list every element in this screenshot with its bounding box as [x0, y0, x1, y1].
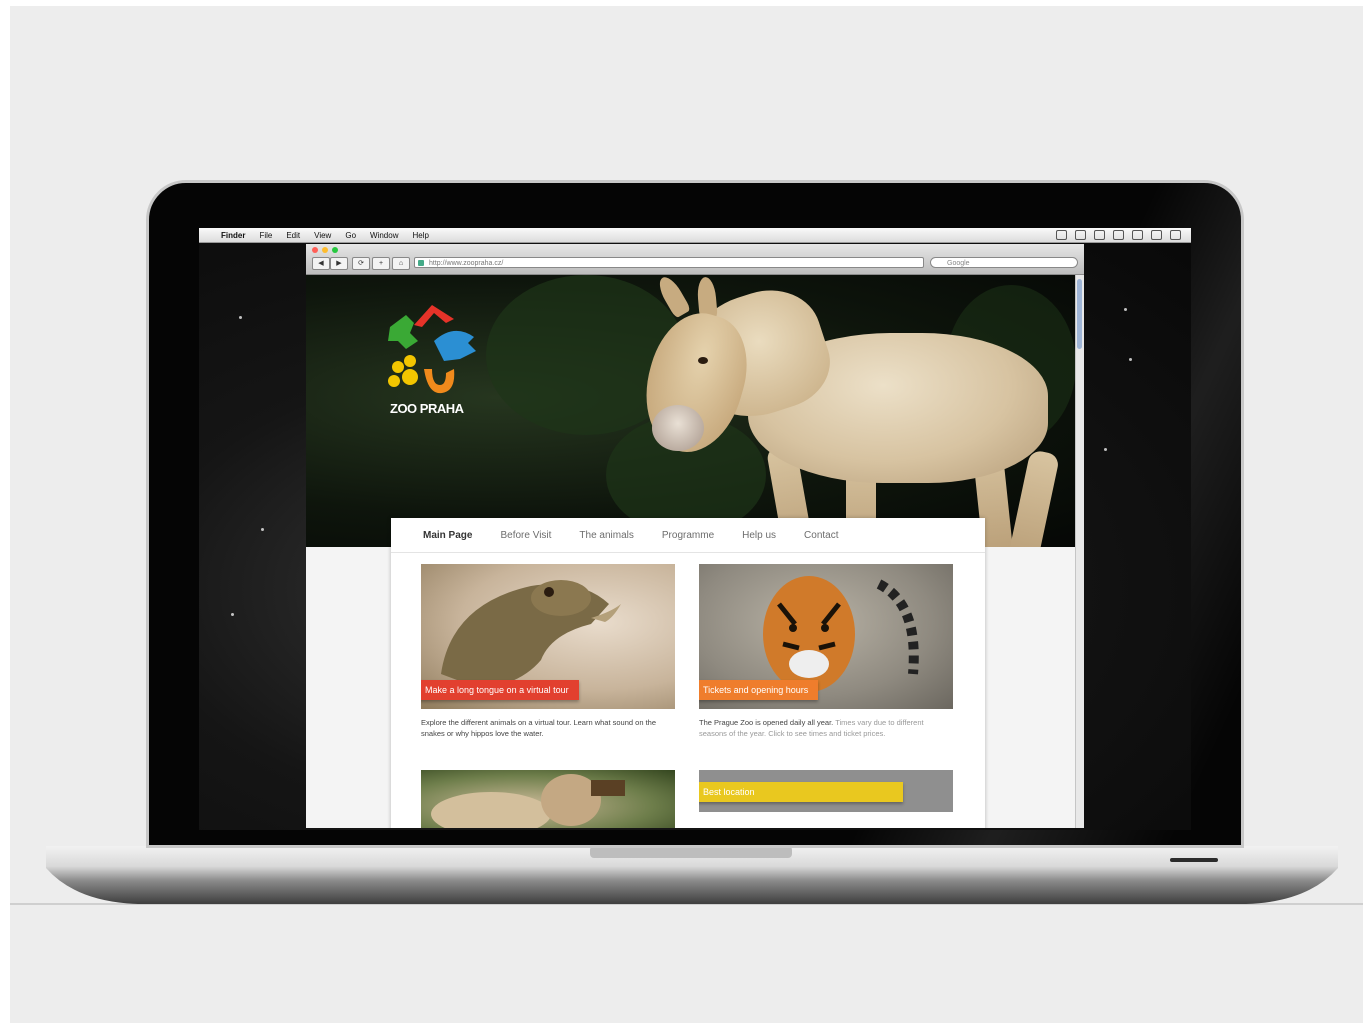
logo-wordmark: ZOO PRAHA — [390, 401, 464, 416]
menu-file[interactable]: File — [259, 231, 272, 240]
hero-banner: ZOO PRAHA — [306, 275, 1076, 547]
menu-app-name[interactable]: Finder — [221, 231, 245, 240]
address-bar-url: http://www.zoopraha.cz/ — [429, 260, 504, 267]
virtual-tour-description: Explore the different animals on a virtu… — [421, 718, 657, 738]
horses-illustration — [431, 774, 625, 828]
minimize-window-button[interactable] — [322, 247, 328, 253]
browser-window: ◀ ▶ ⟳ + ⌂ http://www.zoopraha.cz/ Google — [306, 244, 1084, 828]
horses-photo[interactable] — [421, 770, 675, 828]
foal-muzzle — [652, 405, 704, 451]
wallpaper-star — [1104, 448, 1107, 451]
close-window-button[interactable] — [312, 247, 318, 253]
foal-eye — [698, 357, 708, 364]
card-location: Best location — [699, 770, 953, 812]
sync-icon[interactable] — [1094, 230, 1105, 240]
back-button[interactable]: ◀ — [312, 257, 330, 270]
location-banner[interactable]: Best location — [699, 770, 953, 812]
clock-icon[interactable] — [1056, 230, 1067, 240]
browser-toolbar: ◀ ▶ ⟳ + ⌂ http://www.zoopraha.cz/ Google — [306, 244, 1084, 275]
spotlight-search-icon[interactable] — [1170, 230, 1181, 240]
home-button[interactable]: ⌂ — [392, 257, 410, 270]
site-navigation: Main Page Before Visit The animals Progr… — [391, 518, 985, 553]
wallpaper-star — [261, 528, 264, 531]
wallpaper-star — [1129, 358, 1132, 361]
window-controls — [312, 247, 338, 253]
browser-search-field[interactable]: Google — [930, 257, 1078, 268]
menu-go[interactable]: Go — [345, 231, 356, 240]
scrollbar-thumb[interactable] — [1077, 279, 1082, 349]
menu-tray — [1056, 230, 1181, 240]
add-bookmark-button[interactable]: + — [372, 257, 390, 270]
battery-icon[interactable] — [1132, 230, 1143, 240]
reload-button[interactable]: ⟳ — [352, 257, 370, 270]
tickets-description: The Prague Zoo is opened daily all year.… — [699, 717, 953, 739]
laptop-base — [46, 846, 1338, 904]
forward-button[interactable]: ▶ — [330, 257, 348, 270]
virtual-tour-ribbon-button[interactable]: Make a long tongue on a virtual tour — [421, 680, 579, 700]
tickets-ribbon-button[interactable]: Tickets and opening hours — [699, 680, 819, 700]
nav-before-visit[interactable]: Before Visit — [500, 530, 551, 541]
card-tickets: Tickets and opening hours The Prague Zoo… — [699, 564, 953, 739]
menu-view[interactable]: View — [314, 231, 331, 240]
card-virtual-tour: Make a long tongue on a virtual tour Exp… — [421, 564, 675, 739]
favicon-icon — [418, 260, 424, 266]
wallpaper-star — [239, 316, 242, 319]
content-panel: Main Page Before Visit The animals Progr… — [391, 518, 985, 828]
page-scrollbar[interactable] — [1075, 275, 1084, 828]
menu-window[interactable]: Window — [370, 231, 398, 240]
screen: Finder File Edit View Go Window Help ◀ ▶… — [199, 228, 1191, 830]
card-horses — [421, 770, 675, 828]
zoom-window-button[interactable] — [332, 247, 338, 253]
wifi-icon[interactable] — [1151, 230, 1162, 240]
location-ribbon-button[interactable]: Best location — [699, 782, 903, 802]
nav-the-animals[interactable]: The animals — [579, 530, 633, 541]
tiger-photo[interactable]: Tickets and opening hours — [699, 564, 953, 709]
nav-programme[interactable]: Programme — [662, 530, 714, 541]
wallpaper-star — [1124, 308, 1127, 311]
tickets-description-lead: The Prague Zoo is opened daily all year. — [699, 718, 834, 727]
nav-main-page[interactable]: Main Page — [423, 530, 472, 541]
wallpaper-star — [231, 613, 234, 616]
os-menu-bar: Finder File Edit View Go Window Help — [199, 228, 1191, 243]
lizard-photo[interactable]: Make a long tongue on a virtual tour — [421, 564, 675, 709]
nav-help-us[interactable]: Help us — [742, 530, 776, 541]
volume-icon[interactable] — [1113, 230, 1124, 240]
menu-help[interactable]: Help — [412, 231, 428, 240]
nav-contact[interactable]: Contact — [804, 530, 838, 541]
bluetooth-icon[interactable] — [1075, 230, 1086, 240]
address-bar[interactable]: http://www.zoopraha.cz/ — [414, 257, 924, 268]
search-placeholder: Google — [947, 260, 970, 267]
menu-edit[interactable]: Edit — [286, 231, 300, 240]
